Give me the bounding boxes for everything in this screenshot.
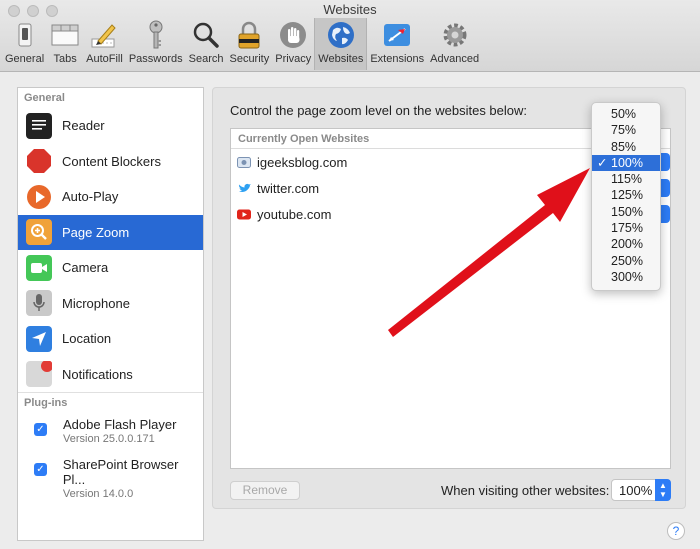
tab-autofill-label: AutoFill: [86, 53, 123, 65]
tab-websites[interactable]: Websites: [314, 18, 368, 70]
plugin-item-flash[interactable]: ✓ Adobe Flash Player Version 25.0.0.171: [18, 413, 203, 453]
location-arrow-icon: [26, 325, 52, 352]
tab-extensions[interactable]: Extensions: [367, 18, 427, 70]
plugin-name: Adobe Flash Player: [63, 417, 177, 432]
zoom-level-menu: 50% 75% 85% ✓ 100% 115% 125% 150% 175% 2…: [591, 102, 661, 291]
plugin-checkbox[interactable]: ✓: [34, 423, 47, 436]
tab-advanced[interactable]: Advanced: [427, 18, 482, 70]
tab-security-label: Security: [229, 53, 270, 65]
zoom-option[interactable]: 200%: [592, 236, 660, 252]
sidebar-item-label: Microphone: [62, 295, 130, 311]
zoom-option[interactable]: 85%: [592, 139, 660, 155]
zoom-option-selected[interactable]: ✓ 100%: [592, 154, 660, 172]
sidebar-item-content-blockers[interactable]: Content Blockers: [18, 144, 203, 180]
help-button[interactable]: ?: [667, 522, 685, 540]
tab-advanced-label: Advanced: [430, 53, 480, 65]
zoom-option[interactable]: 50%: [592, 106, 660, 122]
other-websites-zoom-select[interactable]: 100% ▲ ▼: [611, 479, 671, 501]
sidebar-item-page-zoom[interactable]: Page Zoom: [18, 214, 203, 250]
remove-button[interactable]: Remove: [230, 481, 300, 500]
tab-tabs-label: Tabs: [53, 53, 77, 65]
igeeks-favicon-icon: [237, 156, 251, 168]
plugin-name: SharePoint Browser Pl...: [62, 457, 179, 487]
play-icon: [26, 184, 52, 210]
window-title: Websites: [323, 2, 377, 17]
general-switch-icon: [10, 20, 40, 50]
tab-privacy-label: Privacy: [275, 53, 312, 65]
puzzle-arrow-icon: [382, 20, 412, 50]
zoom-option[interactable]: 125%: [592, 187, 660, 203]
zoom-option-label: 100%: [611, 155, 643, 170]
sidebar-item-location[interactable]: Location: [18, 321, 203, 357]
general-section-header: General: [24, 92, 65, 104]
globe-icon: [326, 20, 356, 50]
tab-tabs[interactable]: Tabs: [47, 18, 83, 70]
plugin-checkbox[interactable]: ✓: [34, 463, 47, 476]
notification-badge-icon: [26, 361, 52, 388]
tab-privacy[interactable]: Privacy: [272, 18, 314, 70]
sidebar: General Reader Content Blockers Auto-Pla…: [17, 87, 204, 541]
zoom-option[interactable]: 115%: [592, 171, 660, 187]
site-zoom-popup[interactable]: [660, 179, 670, 197]
sidebar-item-label: Page Zoom: [62, 224, 130, 240]
sidebar-item-notifications[interactable]: Notifications: [18, 357, 203, 393]
title-bar: Websites General Tabs AutoFill Passwords: [0, 0, 700, 72]
zoom-option[interactable]: 75%: [592, 122, 660, 138]
tab-general-label: General: [5, 53, 45, 65]
padlock-icon: [234, 20, 264, 50]
instruction-text: Control the page zoom level on the websi…: [230, 103, 528, 118]
zoom-option[interactable]: 150%: [592, 204, 660, 220]
sidebar-item-label: Content Blockers: [62, 153, 161, 169]
tab-websites-label: Websites: [318, 53, 364, 65]
tabs-icon: [50, 20, 80, 50]
sidebar-item-auto-play[interactable]: Auto-Play: [18, 179, 203, 215]
autofill-pencil-icon: [89, 20, 119, 50]
zoom-icon: [26, 219, 52, 246]
reader-icon: [26, 112, 52, 139]
gear-icon: [440, 20, 470, 50]
hand-icon: [278, 20, 308, 50]
chevron-updown-icon: ▲ ▼: [655, 479, 671, 501]
plugin-version: Version 14.0.0: [62, 488, 134, 500]
sidebar-item-camera[interactable]: Camera: [18, 250, 203, 286]
plugin-version: Version 25.0.0.171: [63, 433, 155, 445]
stop-octagon-icon: [26, 148, 52, 174]
site-zoom-popup[interactable]: [660, 153, 670, 171]
tab-passwords[interactable]: Passwords: [126, 18, 186, 70]
tab-extensions-label: Extensions: [370, 53, 425, 65]
twitter-bird-icon: [237, 182, 251, 194]
plugins-section-header: Plug-ins: [24, 397, 68, 409]
site-zoom-popup[interactable]: [660, 205, 670, 223]
checkmark-icon: ✓: [597, 155, 608, 170]
zoom-option[interactable]: 300%: [592, 269, 660, 285]
tab-passwords-label: Passwords: [128, 53, 183, 65]
tab-search-label: Search: [188, 53, 224, 65]
sidebar-item-label: Reader: [62, 118, 105, 134]
key-icon: [141, 20, 171, 50]
youtube-play-icon: [237, 208, 251, 220]
tab-general[interactable]: General: [2, 18, 47, 70]
zoom-option[interactable]: 175%: [592, 220, 660, 236]
site-name: twitter.com: [257, 180, 320, 196]
other-websites-label: When visiting other websites:: [441, 483, 610, 498]
plugin-item-sharepoint[interactable]: ✓ SharePoint Browser Pl... Version 14.0.…: [18, 453, 203, 500]
tab-search[interactable]: Search: [186, 18, 227, 70]
zoom-option[interactable]: 250%: [592, 253, 660, 269]
sidebar-item-label: Camera: [62, 260, 109, 276]
preferences-toolbar: General Tabs AutoFill Passwords Search S…: [0, 18, 482, 70]
tab-autofill[interactable]: AutoFill: [83, 18, 126, 70]
sidebar-item-label: Location: [62, 331, 112, 347]
sidebar-item-microphone[interactable]: Microphone: [18, 286, 203, 322]
microphone-icon: [26, 290, 52, 317]
site-name: igeeksblog.com: [257, 154, 348, 170]
sidebar-item-label: Notifications: [62, 366, 133, 382]
magnifier-icon: [191, 20, 221, 50]
site-name: youtube.com: [257, 206, 332, 222]
sidebar-item-label: Auto-Play: [62, 189, 119, 205]
tab-security[interactable]: Security: [226, 18, 272, 70]
sidebar-item-reader[interactable]: Reader: [18, 108, 203, 144]
other-websites-zoom-value: 100%: [619, 483, 653, 498]
camera-icon: [26, 254, 52, 281]
